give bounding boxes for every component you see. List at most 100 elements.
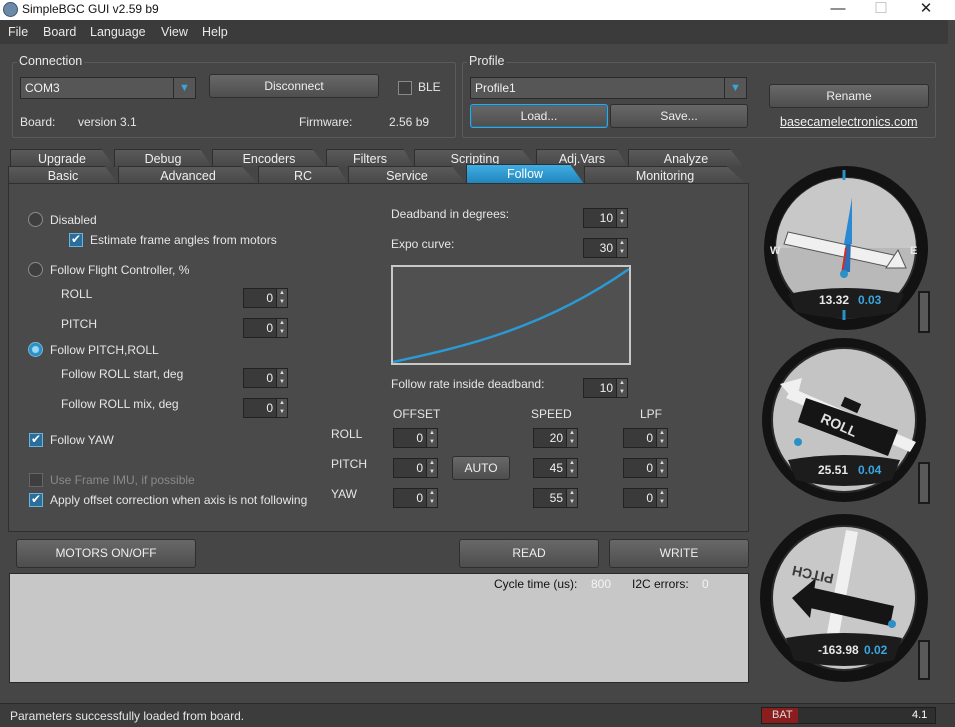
disabled-radio[interactable]	[28, 212, 43, 227]
expo-spinbox[interactable]: 30 ▲ ▼	[583, 238, 628, 258]
estimate-frame-checkbox[interactable]	[69, 232, 83, 247]
apply-offset-label: Apply offset correction when axis is not…	[50, 493, 308, 507]
tab-debug[interactable]: Debug	[114, 149, 212, 167]
auto-offset-button[interactable]: AUTO	[452, 456, 510, 480]
roll-lpf-spinbox[interactable]: 0 ▲ ▼	[623, 428, 668, 448]
connection-label: Connection	[17, 54, 85, 68]
roll-start-spinbox[interactable]: 0 ▲ ▼	[243, 368, 288, 388]
roll-mix-spinbox[interactable]: 0 ▲ ▼	[243, 398, 288, 418]
yaw-offset-value: 0	[416, 491, 423, 505]
tab-analyze[interactable]: Analyze	[628, 149, 744, 167]
spin-up-icon[interactable]: ▲	[656, 429, 667, 438]
menu-help[interactable]: Help	[202, 25, 228, 39]
pitch-speed-spinbox[interactable]: 45 ▲ ▼	[533, 458, 578, 478]
tab-rc[interactable]: RC	[258, 166, 348, 184]
spin-up-icon[interactable]: ▲	[566, 429, 577, 438]
spin-down-icon[interactable]: ▼	[276, 408, 287, 417]
use-frame-imu-checkbox[interactable]	[29, 473, 43, 487]
spin-down-icon[interactable]: ▼	[616, 248, 627, 257]
menu-language[interactable]: Language	[90, 25, 146, 39]
spin-down-icon[interactable]: ▼	[656, 498, 667, 507]
rename-profile-button[interactable]: Rename	[769, 84, 929, 108]
follow-pitch-roll-radio[interactable]	[28, 342, 43, 357]
roll-offset-spinbox[interactable]: 0 ▲ ▼	[393, 428, 438, 448]
tab-advanced[interactable]: Advanced	[118, 166, 258, 184]
spin-up-icon[interactable]: ▲	[276, 319, 287, 328]
spin-up-icon[interactable]: ▲	[656, 459, 667, 468]
speed-column-header: SPEED	[531, 407, 572, 421]
apply-offset-checkbox[interactable]	[29, 492, 43, 507]
roll-speed-spinbox[interactable]: 20 ▲ ▼	[533, 428, 578, 448]
cycle-time-label: Cycle time (us):	[494, 577, 578, 591]
spin-down-icon[interactable]: ▼	[426, 498, 437, 507]
spin-up-icon[interactable]: ▲	[616, 379, 627, 388]
spin-up-icon[interactable]: ▲	[426, 459, 437, 468]
profile-label: Profile	[467, 54, 507, 68]
tab-service[interactable]: Service	[348, 166, 466, 184]
tab-monitoring[interactable]: Monitoring	[584, 166, 746, 184]
pitch-gauge: PITCH -163.98 0.02	[758, 512, 934, 688]
spin-up-icon[interactable]: ▲	[426, 489, 437, 498]
spin-down-icon[interactable]: ▼	[566, 468, 577, 477]
pitch-offset-spinbox[interactable]: 0 ▲ ▼	[393, 458, 438, 478]
menu-board[interactable]: Board	[43, 25, 76, 39]
spin-down-icon[interactable]: ▼	[426, 438, 437, 447]
menu-file[interactable]: File	[8, 25, 28, 39]
tab-basic[interactable]: Basic	[8, 166, 118, 184]
deadband-label: Deadband in degrees:	[391, 207, 510, 221]
deadband-spinbox[interactable]: 10 ▲ ▼	[583, 208, 628, 228]
follow-rate-value: 10	[599, 381, 613, 395]
close-icon[interactable]: ✕	[903, 0, 949, 20]
spin-up-icon[interactable]: ▲	[566, 459, 577, 468]
maximize-icon[interactable]: ☐	[858, 0, 904, 20]
read-button[interactable]: READ	[459, 539, 599, 568]
spin-down-icon[interactable]: ▼	[566, 498, 577, 507]
spin-down-icon[interactable]: ▼	[276, 378, 287, 387]
yaw-speed-spinbox[interactable]: 55 ▲ ▼	[533, 488, 578, 508]
deadband-value: 10	[599, 211, 613, 225]
spin-down-icon[interactable]: ▼	[616, 218, 627, 227]
fc-pitch-value: 0	[266, 321, 273, 335]
minimize-icon[interactable]: —	[815, 0, 861, 20]
profile-select[interactable]: Profile1 ▼	[470, 77, 747, 99]
write-button[interactable]: WRITE	[609, 539, 749, 568]
spin-up-icon[interactable]: ▲	[426, 429, 437, 438]
yaw-lpf-spinbox[interactable]: 0 ▲ ▼	[623, 488, 668, 508]
tab-filters[interactable]: Filters	[326, 149, 414, 167]
spin-down-icon[interactable]: ▼	[656, 468, 667, 477]
spin-down-icon[interactable]: ▼	[616, 388, 627, 397]
follow-rate-spinbox[interactable]: 10 ▲ ▼	[583, 378, 628, 398]
spin-down-icon[interactable]: ▼	[656, 438, 667, 447]
spin-down-icon[interactable]: ▼	[566, 438, 577, 447]
tab-follow[interactable]: Follow	[466, 164, 584, 184]
expo-curve-line	[392, 267, 630, 364]
spin-down-icon[interactable]: ▼	[276, 328, 287, 337]
fc-roll-spinbox[interactable]: 0 ▲ ▼	[243, 288, 288, 308]
motors-on-off-button[interactable]: MOTORS ON/OFF	[16, 539, 196, 568]
spin-up-icon[interactable]: ▲	[276, 289, 287, 298]
follow-fc-radio[interactable]	[28, 262, 43, 277]
tab-encoders[interactable]: Encoders	[212, 149, 326, 167]
spin-down-icon[interactable]: ▼	[426, 468, 437, 477]
spin-up-icon[interactable]: ▲	[566, 489, 577, 498]
cycle-time-value: 800	[591, 577, 612, 591]
pitch-lpf-spinbox[interactable]: 0 ▲ ▼	[623, 458, 668, 478]
spin-up-icon[interactable]: ▲	[616, 209, 627, 218]
menu-view[interactable]: View	[161, 25, 188, 39]
com-port-select[interactable]: COM3 ▼	[20, 77, 196, 99]
yaw-offset-spinbox[interactable]: 0 ▲ ▼	[393, 488, 438, 508]
spin-up-icon[interactable]: ▲	[616, 239, 627, 248]
ble-checkbox[interactable]	[398, 81, 412, 95]
fc-pitch-spinbox[interactable]: 0 ▲ ▼	[243, 318, 288, 338]
website-link[interactable]: basecamelectronics.com	[780, 115, 918, 129]
spin-up-icon[interactable]: ▲	[276, 399, 287, 408]
pitch-offset-value: 0	[416, 461, 423, 475]
load-profile-button[interactable]: Load...	[470, 104, 608, 128]
save-profile-button[interactable]: Save...	[610, 104, 748, 128]
spin-up-icon[interactable]: ▲	[276, 369, 287, 378]
disconnect-button[interactable]: Disconnect	[209, 74, 379, 98]
spin-down-icon[interactable]: ▼	[276, 298, 287, 307]
spin-up-icon[interactable]: ▲	[656, 489, 667, 498]
follow-yaw-checkbox[interactable]	[29, 432, 43, 447]
tab-upgrade[interactable]: Upgrade	[10, 149, 114, 167]
